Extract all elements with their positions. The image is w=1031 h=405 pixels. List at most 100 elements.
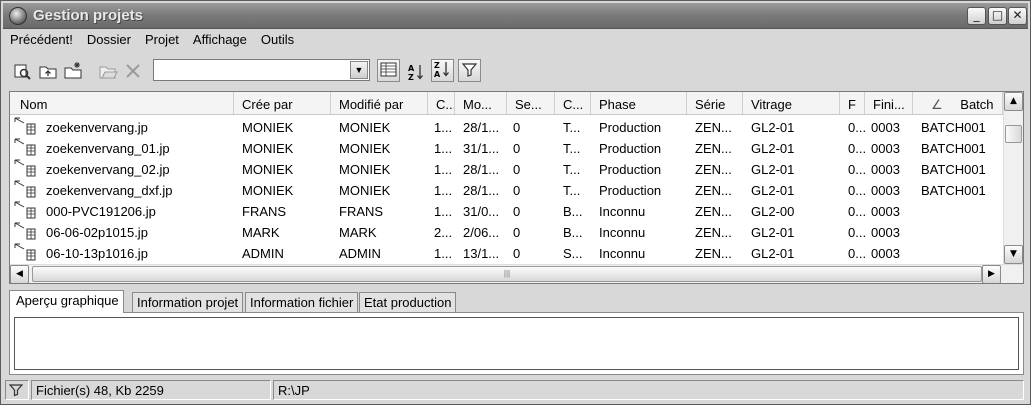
menu-outils[interactable]: Outils bbox=[254, 30, 301, 52]
table-cell: 0 bbox=[513, 120, 521, 135]
col-cree-par[interactable]: Crée par bbox=[234, 92, 331, 114]
close-button[interactable]: ✕ bbox=[1008, 7, 1027, 25]
col-serie[interactable]: Série bbox=[687, 92, 743, 114]
tab-information-fichier[interactable]: Information fichier bbox=[245, 292, 359, 312]
maximize-button[interactable]: □ bbox=[988, 7, 1007, 25]
table-cell: Production bbox=[599, 183, 662, 198]
table-row[interactable]: 06-10-13p1016.jp ADMIN ADMIN 1... 13/1... 0 S.… bbox=[10, 242, 1003, 263]
table-cell: 31/0... bbox=[463, 204, 500, 219]
delete-icon[interactable] bbox=[123, 61, 143, 81]
table-cell: MONIEK bbox=[242, 162, 294, 177]
scroll-up-icon[interactable]: ▲ bbox=[1004, 92, 1023, 111]
scroll-right-icon[interactable]: ▶ bbox=[982, 265, 1001, 283]
menu-precedent[interactable]: Précédent! bbox=[3, 30, 80, 52]
table-row[interactable]: 000-PVC191206.jp FRANS FRANS 1... 31/0... 0 B.… bbox=[10, 200, 1003, 221]
table-cell: 0003 bbox=[871, 162, 900, 177]
col-vitrage[interactable]: Vitrage bbox=[743, 92, 840, 114]
table-cell: Inconnu bbox=[599, 204, 646, 219]
table-cell: MONIEK bbox=[339, 120, 391, 135]
svg-text:Z: Z bbox=[434, 61, 440, 70]
col-se[interactable]: Se... bbox=[507, 92, 555, 114]
find-file-icon[interactable] bbox=[12, 61, 32, 81]
table-cell: zoekenvervang_dxf.jp bbox=[46, 183, 173, 198]
new-folder-icon[interactable] bbox=[63, 61, 83, 81]
chevron-down-icon[interactable]: ▼ bbox=[350, 61, 368, 79]
table-cell: GL2-01 bbox=[751, 141, 795, 156]
col-batch[interactable]: ∠ Batch bbox=[913, 92, 1003, 114]
table-cell: 31/1... bbox=[463, 141, 500, 156]
table-row[interactable]: zoekenvervang.jp MONIEK MONIEK 1... 28/1... 0… bbox=[10, 116, 1003, 137]
table-row[interactable]: zoekenvervang_dxf.jp MONIEK MONIEK 1... 28/1… bbox=[10, 179, 1003, 200]
columns-view-button[interactable] bbox=[377, 59, 400, 82]
table-cell: FRANS bbox=[242, 204, 287, 219]
menu-dossier[interactable]: Dossier bbox=[80, 30, 138, 52]
table-cell: GL2-01 bbox=[751, 162, 795, 177]
folder-up-icon[interactable] bbox=[38, 61, 58, 81]
table-cell: Inconnu bbox=[599, 246, 646, 261]
table-row[interactable]: 06-06-02p1015.jp MARK MARK 2... 2/06... 0 B...… bbox=[10, 221, 1003, 242]
tab-information-projet[interactable]: Information projet bbox=[132, 292, 244, 312]
table-cell: MONIEK bbox=[339, 183, 391, 198]
table-cell: 28/1... bbox=[463, 120, 500, 135]
status-filter-icon[interactable] bbox=[5, 380, 29, 400]
tab-panel bbox=[9, 312, 1024, 375]
status-file-count: Fichier(s) 48, Kb 2259 bbox=[31, 380, 271, 400]
table-cell: ZEN... bbox=[695, 204, 732, 219]
sort-ascending-icon[interactable]: AZ bbox=[406, 62, 426, 82]
table-row[interactable]: zoekenvervang_02.jp MONIEK MONIEK 1... 28/1.… bbox=[10, 158, 1003, 179]
toolbar: ▼ AZ ZA bbox=[3, 57, 1028, 85]
minimize-button[interactable]: _ bbox=[967, 7, 986, 25]
table-cell: 28/1... bbox=[463, 183, 500, 198]
table-cell: 0003 bbox=[871, 225, 900, 240]
project-combo[interactable]: ▼ bbox=[153, 59, 370, 81]
table-cell: 0... bbox=[848, 162, 866, 177]
app-icon[interactable] bbox=[9, 7, 27, 25]
col-fini[interactable]: Fini... bbox=[865, 92, 913, 114]
title-bar[interactable]: Gestion projets _ □ ✕ bbox=[3, 3, 1028, 29]
tab-etat-production[interactable]: Etat production bbox=[359, 292, 457, 312]
menu-affichage[interactable]: Affichage bbox=[186, 30, 254, 52]
table-cell: zoekenvervang.jp bbox=[46, 120, 148, 135]
sort-descending-button[interactable]: ZA bbox=[431, 59, 454, 82]
table-cell: BATCH001 bbox=[921, 183, 986, 198]
project-file-icon bbox=[14, 243, 36, 262]
project-file-icon bbox=[14, 159, 36, 178]
table-cell: 0... bbox=[848, 204, 866, 219]
col-c1[interactable]: C... bbox=[428, 92, 455, 114]
table-row[interactable]: zoekenvervang_01.jp MONIEK MONIEK 1... 31/1.… bbox=[10, 137, 1003, 158]
col-phase[interactable]: Phase bbox=[591, 92, 687, 114]
tab-apercu-graphique[interactable]: Aperçu graphique bbox=[9, 290, 124, 313]
open-folder-icon[interactable] bbox=[98, 61, 118, 81]
filter-button[interactable] bbox=[458, 59, 481, 82]
vertical-scrollbar[interactable]: ▲ ▼ bbox=[1003, 92, 1023, 264]
col-batch-label: Batch bbox=[960, 97, 994, 112]
menu-projet[interactable]: Projet bbox=[138, 30, 186, 52]
vertical-scroll-thumb[interactable] bbox=[1005, 125, 1022, 143]
list-header: Nom Crée par Modifié par C... Mo... Se..… bbox=[10, 92, 1003, 115]
table-cell: MARK bbox=[339, 225, 377, 240]
svg-text:Z: Z bbox=[408, 73, 414, 82]
col-nom[interactable]: Nom bbox=[10, 92, 234, 114]
table-cell: BATCH001 bbox=[921, 162, 986, 177]
scroll-left-icon[interactable]: ◀ bbox=[10, 265, 29, 283]
table-cell: 2... bbox=[434, 225, 453, 240]
scroll-down-icon[interactable]: ▼ bbox=[1004, 245, 1023, 264]
horizontal-scrollbar[interactable]: ◀ ||| ▶ bbox=[10, 264, 1023, 283]
table-cell: 1... bbox=[434, 141, 453, 156]
table-cell: Production bbox=[599, 162, 662, 177]
col-c2[interactable]: C... bbox=[555, 92, 591, 114]
table-cell: 0003 bbox=[871, 141, 900, 156]
table-cell: T... bbox=[563, 183, 581, 198]
table-cell: B... bbox=[563, 225, 583, 240]
table-cell: 1... bbox=[434, 120, 453, 135]
table-cell: 0... bbox=[848, 141, 866, 156]
col-modifie[interactable]: Mo... bbox=[455, 92, 507, 114]
table-cell: 0... bbox=[848, 183, 866, 198]
horizontal-scroll-thumb[interactable]: ||| bbox=[32, 266, 982, 282]
table-cell: MONIEK bbox=[339, 162, 391, 177]
col-f[interactable]: F bbox=[840, 92, 865, 114]
table-cell: 0... bbox=[848, 246, 866, 261]
col-modifie-par[interactable]: Modifié par bbox=[331, 92, 428, 114]
file-list[interactable]: Nom Crée par Modifié par C... Mo... Se..… bbox=[9, 91, 1024, 284]
table-cell: zoekenvervang_02.jp bbox=[46, 162, 170, 177]
